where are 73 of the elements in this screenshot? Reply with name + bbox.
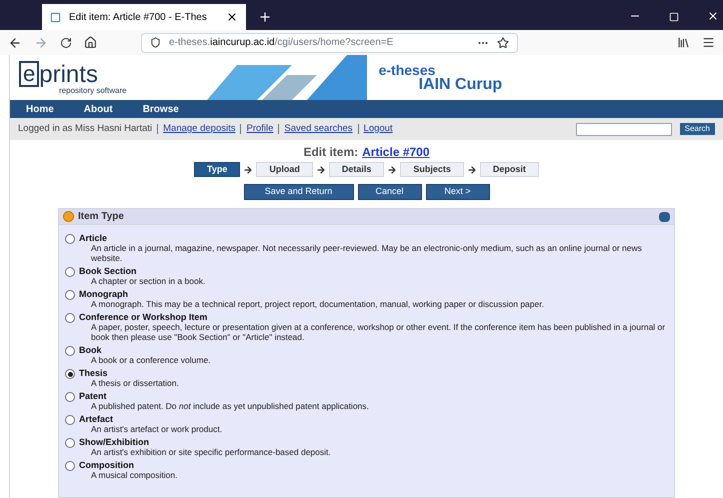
address-bar[interactable]: e-theses.iaincurup.ac.id/cgi/users/home?screen=E	[141, 32, 518, 52]
menu-icon[interactable]	[702, 36, 715, 49]
logo-letter: e	[19, 60, 40, 86]
user-link[interactable]: Manage deposits	[163, 122, 236, 136]
back-icon[interactable]	[8, 36, 22, 50]
type-name: Artefact	[79, 414, 114, 424]
maximize-icon[interactable]	[669, 12, 679, 22]
radio-button[interactable]	[65, 415, 75, 425]
search-field[interactable]	[576, 122, 672, 136]
type-name: Show/Exhibition	[79, 437, 150, 447]
user-link[interactable]: Saved searches	[284, 122, 353, 136]
radio-button[interactable]	[65, 313, 75, 323]
radio-button[interactable]	[65, 461, 75, 471]
browser-tab[interactable]: Edit item: Article #700 - E-Thes	[42, 4, 246, 30]
type-name: Article	[79, 233, 108, 243]
nav-link[interactable]: About	[84, 102, 113, 116]
type-description: A monograph. This may be a technical report, project report, documentation, manual, working paper or discussion paper.	[90, 299, 544, 309]
type-name: Patent	[79, 391, 108, 401]
radio-button[interactable]	[65, 438, 75, 448]
radio-button[interactable]	[65, 392, 75, 402]
nav-link[interactable]: Home	[26, 102, 54, 116]
arrow-icon	[316, 164, 326, 174]
type-description: A thesis or dissertation.	[90, 378, 179, 388]
search-button[interactable]: Search	[680, 123, 715, 135]
type-description: An artist's artefact or work product.	[90, 424, 222, 434]
logo-text: prints	[39, 62, 98, 86]
item-link[interactable]: Article #700	[362, 143, 430, 161]
home-icon[interactable]	[84, 36, 97, 49]
close-window-icon[interactable]	[707, 10, 719, 22]
shield-icon	[150, 37, 161, 48]
page-title: Edit item:	[303, 144, 358, 161]
step-tab[interactable]: Details	[328, 162, 384, 177]
arrow-icon	[466, 164, 477, 174]
step-tab[interactable]: Deposit	[480, 162, 539, 177]
type-name: Composition	[79, 460, 135, 470]
site-subtitle: IAIN Curup	[418, 76, 502, 92]
radio-button[interactable]	[65, 369, 75, 379]
type-name: Book Section	[79, 266, 138, 276]
type-description: An artist's exhibition or site specific performance-based deposit.	[90, 447, 331, 457]
new-tab-icon[interactable]	[258, 10, 272, 24]
action-button[interactable]: Next >	[426, 184, 490, 200]
reload-icon[interactable]	[60, 36, 72, 48]
type-name: Thesis	[79, 368, 109, 378]
type-description: A published patent. Do not include as yet unpublished patent applications.	[90, 401, 369, 411]
type-description: A paper, poster, speech, lecture or presentation given at a conference, workshop or other event. If the conference item has been published in a journal or book then please use "Book Section" or "Article" instead.	[90, 322, 666, 342]
type-name: Monograph	[79, 289, 129, 299]
site-name: e-theses	[378, 62, 436, 76]
radio-button[interactable]	[65, 346, 75, 356]
step-tab[interactable]: Upload	[256, 162, 313, 177]
nav-link[interactable]: Browse	[142, 102, 179, 116]
type-description: A chapter or section in a book.	[90, 276, 206, 286]
radio-button[interactable]	[65, 267, 75, 277]
arrow-icon	[243, 164, 254, 174]
logo-subtitle: repository software	[59, 86, 127, 94]
close-icon[interactable]	[226, 11, 238, 23]
arrow-icon	[387, 164, 398, 174]
user-link[interactable]: Logout	[364, 122, 393, 136]
user-link[interactable]: Profile	[246, 122, 274, 136]
type-description: An article in a journal, magazine, newspaper. Not necessarily peer-reviewed. May be an electronic-only medium, such as an online journal or news website.	[90, 243, 643, 263]
type-description: A book or a conference volume.	[90, 355, 211, 365]
action-button[interactable]: Save and Return	[244, 184, 354, 200]
bookmark-icon[interactable]	[497, 36, 509, 48]
library-icon[interactable]	[677, 36, 690, 49]
panel-title: Item Type	[78, 210, 124, 224]
type-name: Conference or Workshop Item	[79, 312, 208, 322]
action-button[interactable]: Cancel	[358, 184, 422, 200]
type-name: Book	[79, 345, 102, 355]
step-tab[interactable]: Type	[194, 162, 240, 177]
step-tab[interactable]: Subjects	[400, 162, 464, 177]
type-description: A musical composition.	[90, 470, 178, 480]
radio-button[interactable]	[65, 290, 75, 300]
radio-button[interactable]	[65, 234, 75, 244]
login-status: Logged in as Miss Hasni Hartati	[18, 122, 152, 136]
